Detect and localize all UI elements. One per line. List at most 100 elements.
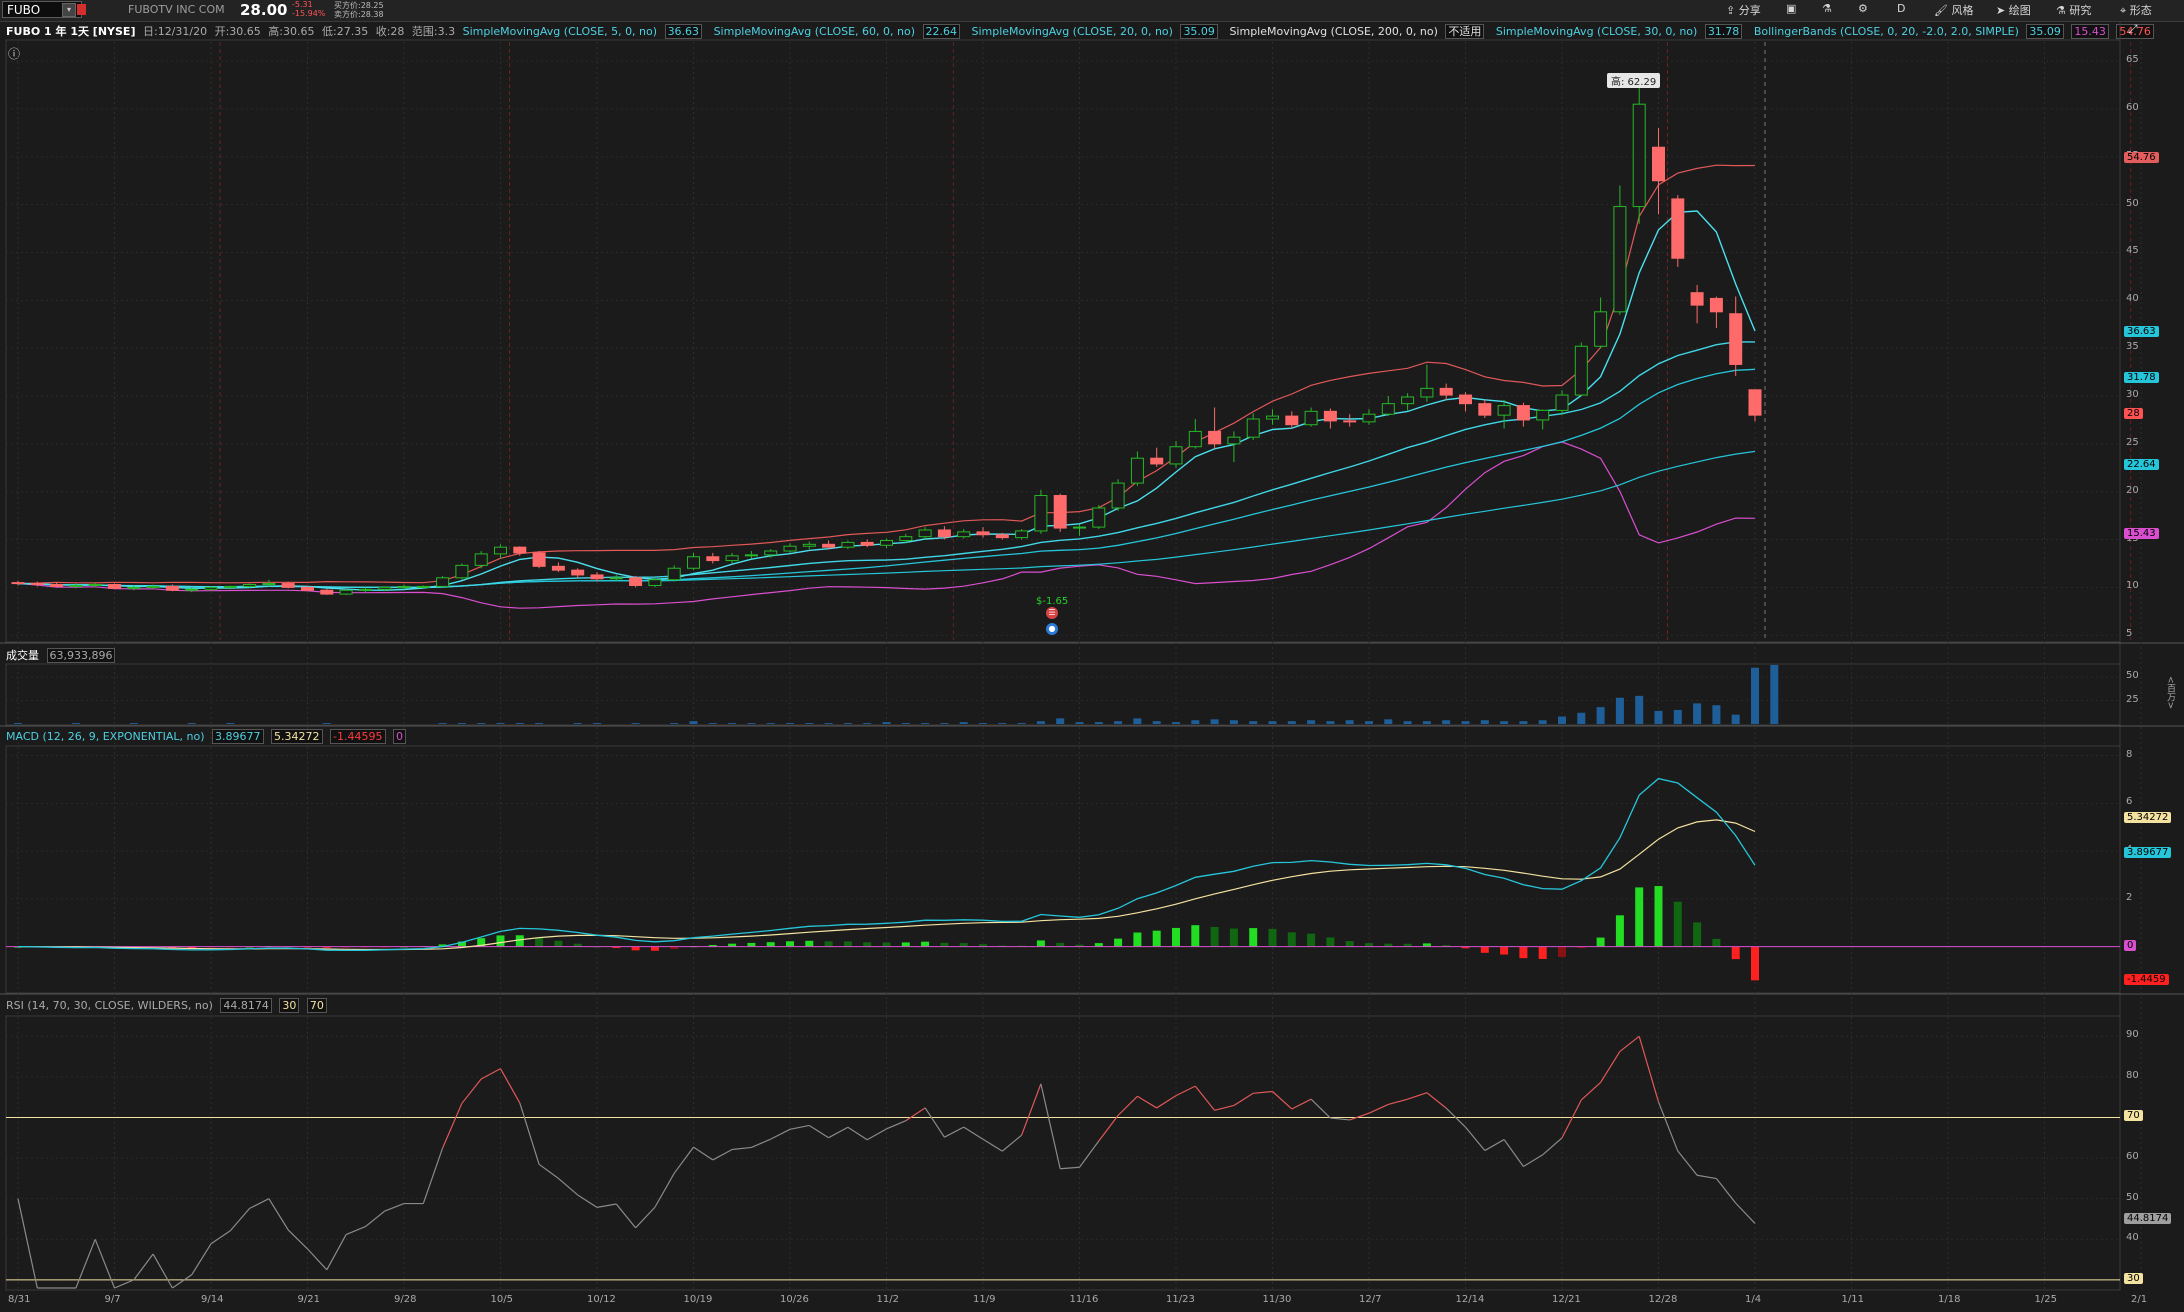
macd-value: 3.89677	[212, 729, 264, 744]
panel-frame	[5, 663, 2121, 726]
candle-body	[1478, 403, 1492, 416]
volume-bar	[1538, 720, 1547, 724]
volume-bar	[1229, 720, 1238, 724]
rsi-line	[17, 1198, 38, 1289]
candle-body	[69, 584, 83, 587]
volume-bar	[1075, 722, 1084, 724]
event-icon[interactable]: ☰	[1046, 607, 1058, 619]
candle-body	[725, 555, 739, 562]
candle-body	[918, 529, 932, 538]
candle-body	[397, 585, 411, 588]
rsi-label[interactable]: RSI (14, 70, 30, CLOSE, WILDERS, no)	[6, 999, 213, 1012]
candle-body	[1439, 387, 1453, 396]
candle-body	[1362, 413, 1376, 423]
price-tag-2: 31.78	[2124, 371, 2159, 383]
candle-body	[1613, 206, 1627, 313]
rsi-value: 44.8174	[220, 998, 272, 1013]
rsi-line	[1580, 1081, 1602, 1101]
earnings-icon[interactable]: ●	[1046, 623, 1058, 635]
macd-histogram-bar	[786, 941, 794, 947]
macd-histogram-bar	[901, 942, 910, 947]
macd-histogram-bar	[496, 935, 505, 947]
candle-body	[1034, 495, 1048, 532]
price-axis-label: 45	[2126, 245, 2139, 257]
x-axis-label: 1/25	[2034, 1294, 2057, 1305]
candle-body	[1169, 446, 1183, 465]
candle-body	[687, 556, 700, 569]
candle-body	[860, 541, 874, 546]
volume-bar	[805, 723, 814, 724]
rsi-line	[558, 1177, 579, 1196]
volume-label[interactable]: 成交量	[6, 649, 39, 662]
candle-body	[1304, 410, 1318, 426]
rsi-line	[442, 1103, 463, 1149]
candle-body	[1459, 394, 1472, 405]
candle-body	[1594, 311, 1608, 347]
candle-body	[744, 554, 758, 557]
volume-bar	[959, 722, 968, 724]
volume-bar	[535, 723, 544, 724]
chart-canvas[interactable]	[0, 0, 2184, 1312]
candle-body	[571, 569, 585, 576]
volume-bar	[1654, 710, 1663, 724]
candle-body	[648, 579, 662, 586]
candle-body	[1188, 430, 1202, 448]
macd-histogram-bar	[1191, 925, 1200, 947]
macd-histogram-bar	[882, 942, 891, 947]
x-axis-label: 12/7	[1359, 1294, 1382, 1305]
volume-bar	[1287, 721, 1296, 724]
volume-bar	[1596, 707, 1605, 724]
candle-body	[1536, 409, 1550, 421]
rsi-line	[635, 1206, 656, 1229]
candle-body	[1130, 457, 1144, 484]
volume-bar	[1326, 721, 1335, 724]
candle-body	[995, 534, 1009, 539]
volume-bar	[593, 723, 601, 724]
volume-bar	[1519, 721, 1528, 724]
candle-body	[281, 583, 295, 588]
candle-body	[50, 584, 64, 587]
rsi-line	[828, 1126, 849, 1139]
volume-bar	[863, 723, 872, 724]
macd-tag-1: 3.89677	[2124, 846, 2172, 858]
volume-bar	[747, 723, 756, 724]
rsi-line	[770, 1128, 791, 1140]
volume-bar	[1731, 714, 1740, 724]
volume-bar	[940, 723, 949, 724]
macd-histogram-bar	[863, 942, 872, 947]
volume-bar	[1577, 712, 1586, 724]
rsi-line	[345, 1226, 366, 1236]
rsi-line	[1330, 1117, 1350, 1121]
rsi-line	[422, 1147, 444, 1204]
candle-body	[88, 584, 102, 587]
candle-body	[455, 564, 469, 579]
price-axis-label: 30	[2126, 389, 2139, 401]
rsi-line	[94, 1239, 116, 1289]
price-tag-4: 22.64	[2124, 459, 2159, 471]
price-axis-label: 50	[2126, 197, 2139, 209]
candle-body	[1092, 507, 1106, 528]
macd-histogram-bar	[1114, 938, 1123, 947]
volume-bar	[766, 723, 775, 724]
volume-value: 63,933,896	[46, 648, 116, 663]
volume-bar	[1635, 695, 1644, 724]
rsi-line	[1677, 1150, 1698, 1176]
rsi-line	[924, 1107, 945, 1138]
macd-label[interactable]: MACD (12, 26, 9, EXPONENTIAL, no)	[6, 730, 205, 743]
volume-bar	[901, 723, 910, 724]
rsi-line	[1233, 1092, 1254, 1106]
rsi-header: RSI (14, 70, 30, CLOSE, WILDERS, no) 44.…	[6, 998, 331, 1013]
candle-body	[1266, 415, 1279, 420]
candle-body	[358, 588, 372, 591]
rsi-line	[1368, 1103, 1389, 1114]
candle-body	[185, 588, 199, 591]
candle-body	[1208, 430, 1222, 445]
macd-histogram-bar	[1538, 946, 1547, 959]
volume-bar	[979, 723, 987, 724]
x-axis-label: 11/16	[1069, 1294, 1099, 1305]
candle-body	[1709, 297, 1723, 313]
rsi-line	[249, 1198, 270, 1209]
candle-body	[339, 589, 353, 595]
volume-bar	[322, 723, 331, 724]
candle-body	[1555, 394, 1569, 411]
